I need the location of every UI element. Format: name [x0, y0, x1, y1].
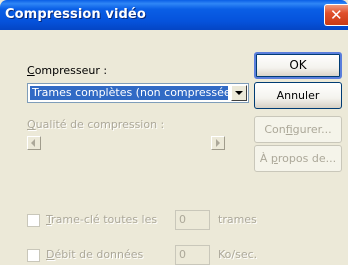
datarate-label: Débit de données — [46, 248, 143, 261]
about-label-pre: À — [259, 152, 271, 165]
keyframe-unit: trames — [218, 213, 257, 226]
keyframe-input[interactable]: 0 — [175, 210, 210, 230]
about-button[interactable]: À propos de... — [254, 145, 342, 172]
keyframe-label-text: rame-clé toutes les — [51, 213, 158, 226]
slider-left-button[interactable] — [27, 136, 41, 150]
ok-button-label: OK — [289, 58, 307, 72]
configure-label-accel: f — [285, 123, 293, 136]
arrow-left-icon — [31, 139, 35, 147]
compressor-select[interactable]: Trames complètes (non compressées) — [27, 83, 249, 103]
compressor-label-accel: C — [27, 64, 35, 77]
datarate-unit: Ko/sec. — [218, 248, 258, 261]
datarate-label-text: ébit de données — [54, 248, 144, 261]
compressor-dropdown-button[interactable] — [231, 85, 247, 101]
slider-right-button[interactable] — [211, 136, 225, 150]
close-icon: ✕ — [330, 6, 343, 24]
title-bar[interactable]: Compression vidéo ✕ — [0, 0, 348, 30]
configure-label-pre: Con — [264, 123, 286, 136]
datarate-input[interactable]: 0 — [175, 245, 210, 265]
window-title: Compression vidéo — [5, 7, 146, 22]
about-label-post: ropos de... — [277, 152, 337, 165]
about-label-accel: p — [270, 152, 278, 165]
configure-label-post: igurer... — [292, 123, 332, 136]
cancel-button[interactable]: Annuler — [254, 82, 342, 109]
quality-slider[interactable] — [27, 136, 225, 150]
configure-button[interactable]: Configurer... — [254, 116, 342, 143]
keyframe-checkbox[interactable] — [27, 214, 40, 227]
datarate-checkbox[interactable] — [27, 249, 40, 262]
compressor-selected-value: Trames complètes (non compressées) — [30, 86, 228, 100]
ok-button[interactable]: OK — [254, 52, 342, 79]
quality-label-accel: Q — [27, 118, 36, 131]
compressor-label-text: ompresseur : — [34, 64, 108, 77]
close-button[interactable]: ✕ — [324, 4, 348, 26]
chevron-down-icon — [235, 91, 243, 95]
keyframe-label: Trame-clé toutes les — [46, 213, 157, 226]
quality-label: Qualité de compression : — [27, 118, 164, 131]
quality-label-text: ualité de compression : — [35, 118, 165, 131]
arrow-right-icon — [216, 139, 220, 147]
compressor-label: Compresseur : — [27, 64, 107, 77]
cancel-button-label: Annuler — [276, 89, 320, 102]
